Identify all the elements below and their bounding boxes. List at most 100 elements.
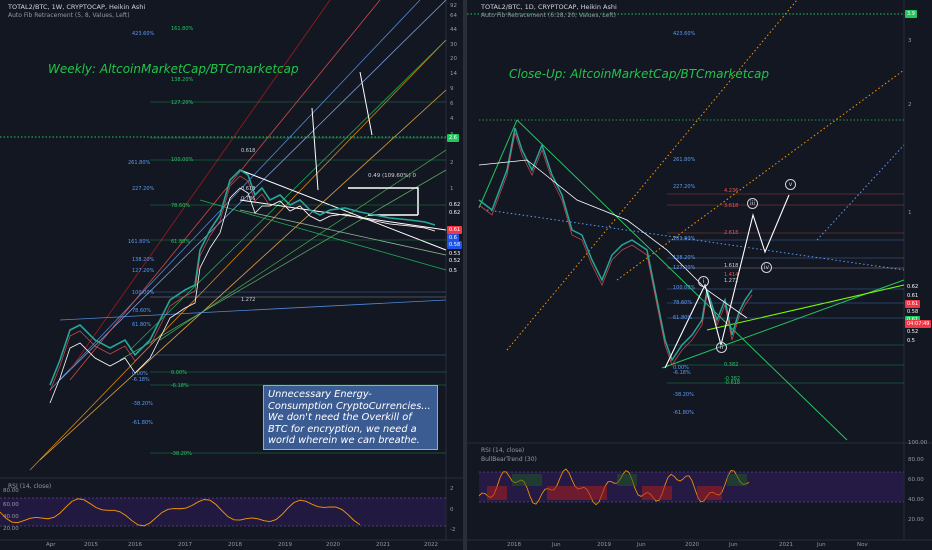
left-x-tick: 2017 <box>178 542 192 548</box>
left-x-tick: Apr <box>46 542 56 548</box>
left-fib-label: 1.272 <box>241 297 256 303</box>
right-fib-label: 138.20% <box>673 255 696 261</box>
right-price-badge: 0.52 <box>905 328 921 336</box>
right-chart-pane[interactable]: TOTAL2/BTC, 1D, CRYPTOCAP, Heikin Ashi A… <box>467 0 932 550</box>
right-bbt-label[interactable]: BullBearTrend (30) <box>481 456 537 463</box>
left-fib-label: -38.20% <box>171 451 192 457</box>
right-price-badge: 0.58 <box>905 308 921 316</box>
right-rsi-tick: 60.00 <box>908 477 924 483</box>
left-fib-label: -6.18% <box>132 377 150 383</box>
left-y-tick: 6 <box>450 101 454 107</box>
left-y-tick: 2 <box>450 160 454 166</box>
energy-note-textbox[interactable]: Unnecessary Energy-Consumption CryptoCur… <box>263 385 438 450</box>
left-fib-label: 138.20% <box>132 257 155 263</box>
left-fib-label: 127.20% <box>171 100 194 106</box>
left-x-tick: 2019 <box>278 542 292 548</box>
left-rsi-tick: 80.00 <box>3 488 19 494</box>
right-price-badge: 04:07:49 <box>905 320 932 328</box>
left-indicator-label[interactable]: Auto Fib Retracement (5, 8, Values, Left… <box>8 12 130 19</box>
right-x-tick: Jun <box>552 542 561 548</box>
right-y-tick: 3 <box>908 38 912 44</box>
right-price-badge: 0.61 <box>905 292 921 300</box>
left-y-tick: 14 <box>450 71 457 77</box>
left-fib-label: 78.60% <box>171 203 191 209</box>
right-rsi-label[interactable]: RSI (14, close) <box>481 447 524 454</box>
left-rsi-tick: 40.00 <box>3 514 19 520</box>
right-fib-label: 1.618 <box>724 263 739 269</box>
left-fib-label: 0.618 <box>241 148 256 154</box>
left-price-badge: 2.6 <box>447 134 459 142</box>
left-price-badge: 0.52 <box>447 257 463 265</box>
right-x-tick: 2021 <box>779 542 793 548</box>
right-bbt-red-zone <box>642 486 672 500</box>
right-price-badge: 0.61 <box>905 300 921 308</box>
right-price-line <box>478 127 753 362</box>
right-price-badge: 0.62 <box>905 283 921 291</box>
right-fib-label: 100.00% <box>673 285 696 291</box>
right-x-tick: 2018 <box>507 542 521 548</box>
left-y-tick: 92 <box>450 3 457 9</box>
left-x-tick: 2015 <box>84 542 98 548</box>
left-fib-label: 61.80% <box>132 322 152 328</box>
right-fib-label: 423.60% <box>673 31 696 37</box>
right-x-tick: Nov <box>857 542 868 548</box>
left-y-tick: 9 <box>450 86 454 92</box>
left-fib-label: 100.00% <box>171 157 194 163</box>
right-x-tick: Jun <box>729 542 738 548</box>
right-bbt-red-zone <box>487 486 507 500</box>
wave-label: iv <box>761 262 772 273</box>
right-y-tick: 2 <box>908 102 912 108</box>
right-rsi-tick: 40.00 <box>908 497 924 503</box>
left-fib-label: 100.00% <box>132 290 155 296</box>
left-price-badge: 0.58 <box>447 241 463 249</box>
right-price-badge: 3.9 <box>905 10 917 18</box>
left-y-tick: 44 <box>450 27 457 33</box>
left-price-badge: 0.5 <box>447 267 459 275</box>
left-rsi-tick: 20.00 <box>3 526 19 532</box>
right-rsi-tick: 20.00 <box>908 517 924 523</box>
right-indicator-label[interactable]: Auto Fib Retracement (6.18, 20, Values, … <box>481 12 616 19</box>
left-fib-label: -6.18% <box>171 383 189 389</box>
left-fib-label: 0.786 <box>241 196 256 202</box>
right-fib-label: 161.80% <box>673 236 696 242</box>
right-bbt-green-zone <box>512 474 542 486</box>
right-fib-label: -6.18% <box>673 370 691 376</box>
left-fib-label: 61.80% <box>171 239 191 245</box>
left-rsi-tick: 60.00 <box>3 502 19 508</box>
right-x-tick: Jun <box>817 542 826 548</box>
right-fib-label: 261.80% <box>673 157 696 163</box>
right-fib-label: 61.80% <box>673 315 693 321</box>
right-bbt-green-zone <box>617 474 637 486</box>
right-fib-label: 4.236 <box>724 188 739 194</box>
wave-label: v <box>785 179 796 190</box>
left-rsi-right-tick: 2 <box>450 486 454 492</box>
left-chart-svg <box>0 0 463 541</box>
right-chart-svg <box>467 0 932 541</box>
right-fib-label: 2.618 <box>724 230 739 236</box>
right-bbt-red-zone <box>547 486 607 500</box>
left-y-tick: 1 <box>450 186 454 192</box>
wave-label: ii <box>716 342 727 353</box>
left-fib-label: 161.80% <box>128 239 151 245</box>
left-x-tick: 2016 <box>128 542 142 548</box>
left-rsi-right-tick: -2 <box>450 527 456 533</box>
left-fib-label: 0.618 <box>241 186 256 192</box>
left-symbol-title[interactable]: TOTAL2/BTC, 1W, CRYPTOCAP, Heikin Ashi <box>8 3 145 11</box>
left-price-badge: 0.61 <box>447 226 463 234</box>
right-bbt-red-zone <box>697 486 722 500</box>
right-fib-label: -0.618 <box>724 380 741 386</box>
left-chart-pane[interactable]: TOTAL2/BTC, 1W, CRYPTOCAP, Heikin Ashi A… <box>0 0 463 550</box>
wave-label: i <box>698 276 709 287</box>
left-fib-label: 261.80% <box>128 160 151 166</box>
right-price-line-red <box>478 132 753 366</box>
left-y-tick: 30 <box>450 42 457 48</box>
right-rsi-tick: 100.00 <box>908 440 928 446</box>
left-fib-label: 138.20% <box>171 77 194 83</box>
wave-label: iii <box>747 198 758 209</box>
right-blue-dotted-2 <box>816 144 905 241</box>
right-x-tick: 2019 <box>597 542 611 548</box>
right-symbol-title[interactable]: TOTAL2/BTC, 1D, CRYPTOCAP, Heikin Ashi <box>481 3 617 11</box>
right-fib-label: 0.382 <box>724 362 739 368</box>
right-fib-label: 3.618 <box>724 203 739 209</box>
right-lime-line <box>706 284 905 331</box>
